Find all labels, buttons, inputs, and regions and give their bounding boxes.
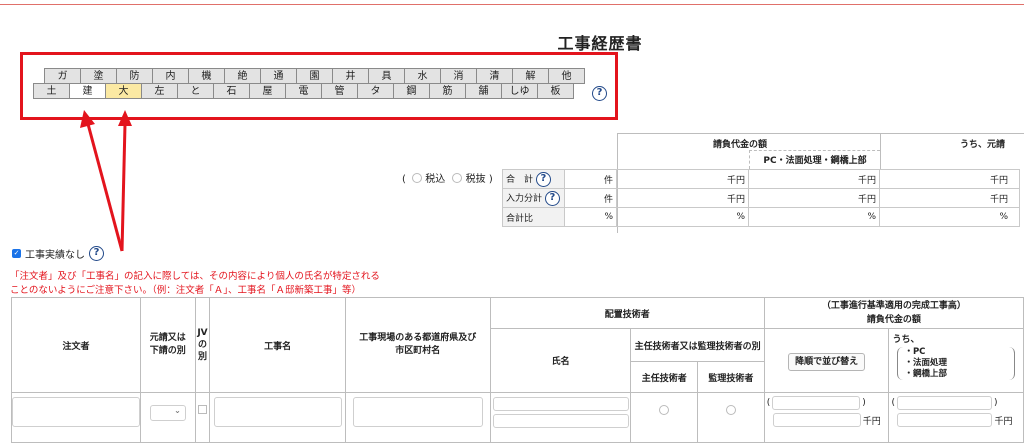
header-prime-sub: 元請又は 下請の別 [140,297,196,393]
engineer-name-input-2[interactable] [492,414,629,428]
summary-row: 合計比%%%% [502,207,1020,227]
tab-row1-13[interactable]: 解 [512,68,549,84]
header-location: 工事現場のある都道府県及び 市区町村名 [344,297,491,393]
tab-row1-2[interactable]: 防 [116,68,153,84]
tab-row2-7[interactable]: 電 [285,83,322,99]
tab-row1-3[interactable]: 内 [152,68,189,84]
header-jv: JV の別 [194,297,211,393]
tab-row1-4[interactable]: 機 [188,68,225,84]
header-chief: 主任技術者 [630,361,699,393]
tax-incl-radio[interactable] [412,173,423,183]
tab-row-1: ガ塗防内機絶通園井具水消清解他 [44,68,585,84]
progress-amount-input[interactable] [772,396,861,410]
tab-row2-9[interactable]: タ [357,83,394,99]
sort-desc-button[interactable]: 降順で並び替え [788,353,866,371]
tax-radio-group: ( 税込 税抜 ) [402,173,493,185]
location-input[interactable] [352,397,483,427]
jv-checkbox[interactable] [197,405,207,414]
top-divider [0,4,1024,5]
tab-row1-9[interactable]: 具 [368,68,405,84]
tab-row2-0[interactable]: 土 [33,83,70,99]
header-supervisor: 監理技術者 [697,361,765,393]
no-record-checkbox-row: ✓ 工事実績なし ? [12,246,104,261]
engineer-name-input-1[interactable] [492,397,629,411]
supervisor-radio[interactable] [725,405,736,415]
tab-row2-12[interactable]: 舗 [465,83,502,99]
summary-col-contract: 請負代金の額 [712,140,767,150]
tab-row2-8[interactable]: 管 [321,83,358,99]
no-record-checkbox[interactable]: ✓ [12,249,21,258]
header-engineer-type: 主任技術者又は監理技術者の別 [630,328,765,362]
tabs-help-icon[interactable]: ? [592,86,607,101]
tax-excl-radio[interactable] [452,173,463,183]
summary-help-icon[interactable]: ? [544,190,560,206]
uchi-cell: うち、 ・PC ・法面処理 ・鋼橋上部 [888,328,1024,393]
tab-row1-10[interactable]: 水 [404,68,441,84]
tab-row2-13[interactable]: しゆ [501,83,538,99]
tab-row2-6[interactable]: 屋 [249,83,286,99]
tab-row2-14[interactable]: 板 [537,83,574,99]
prime-sub-select[interactable]: ⌄ [149,405,186,421]
chief-radio[interactable] [659,405,670,415]
no-record-label: 工事実績なし [25,250,85,261]
header-name: 氏名 [489,328,632,393]
page-title: 工事経歴書 [557,34,643,53]
tab-row1-14[interactable]: 他 [548,68,585,84]
no-record-help-icon[interactable]: ? [89,246,104,261]
tab-row2-2[interactable]: 大 [105,83,142,99]
contract-amount-input[interactable] [772,413,861,427]
tab-row1-5[interactable]: 絶 [224,68,261,84]
tax-incl-label: 税込 [425,174,446,185]
summary-row: 合 計 ? 件千円 千円 千円 [502,169,1020,189]
uchi-amount-input[interactable] [897,413,993,427]
tab-row1-1[interactable]: 塗 [80,68,117,84]
works-table: 注文者 元請又は 下請の別 JV の別 工事名 工事現場のある都道府県及び 市区町村名… [11,297,1024,443]
summary-col-uchi: うち、元請 [960,140,1006,150]
tab-row1-6[interactable]: 通 [260,68,297,84]
tab-row1-12[interactable]: 清 [476,68,513,84]
tab-row-2: 土建大左と石屋電管タ鋼筋舗しゆ板 [33,83,574,99]
tab-row1-11[interactable]: 消 [440,68,477,84]
summary-col-pc: PC・法面処理・鋼橋上部 [763,156,867,166]
tab-row2-4[interactable]: と [177,83,214,99]
summary-help-icon[interactable]: ? [535,171,551,187]
sort-cell: 降順で並び替え [763,328,890,393]
annotation-arrows [80,110,132,252]
tax-excl-label: 税抜 [465,174,486,185]
header-engineers: 配置技術者 [489,297,765,329]
work-name-input[interactable] [213,397,342,427]
privacy-notice: 「注文者」及び「工事名」の記入に際しては、その内容により個人の氏名が特定される … [10,271,380,296]
header-work-name: 工事名 [209,297,346,393]
tab-row2-5[interactable]: 石 [213,83,250,99]
tab-row2-3[interactable]: 左 [141,83,178,99]
uchi-progress-input[interactable] [896,396,992,410]
header-progress: （工事進行基準適用の完成工事高） 請負代金の額 [763,297,1024,329]
header-orderer: 注文者 [11,297,141,393]
tab-row2-10[interactable]: 鋼 [393,83,430,99]
summary-row: 入力分計 ? 件千円 千円 千円 [502,188,1020,208]
summary-table: 合 計 ? 件千円 千円 千円 入力分計 ? 件千円 千円 千円 合計比%%%% [502,169,1020,227]
tab-row2-11[interactable]: 筋 [429,83,466,99]
orderer-input[interactable] [12,397,140,427]
tab-row2-1[interactable]: 建 [69,83,106,99]
tab-row1-0[interactable]: ガ [44,68,81,84]
tab-row1-8[interactable]: 井 [332,68,369,84]
tab-row1-7[interactable]: 園 [296,68,333,84]
